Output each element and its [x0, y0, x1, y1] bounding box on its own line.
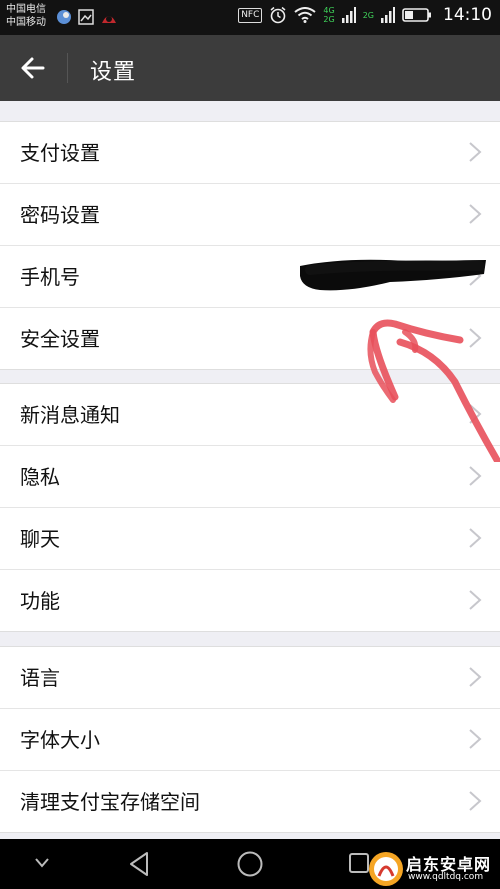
- settings-item-label: 支付设置: [20, 141, 100, 165]
- arrow-left-icon: [21, 57, 45, 79]
- settings-item-font-size[interactable]: 字体大小: [0, 709, 500, 771]
- signal-icon-1: [341, 7, 356, 23]
- chevron-right-icon: [469, 528, 482, 548]
- settings-item-language[interactable]: 语言: [0, 647, 500, 709]
- chevron-right-icon: [469, 667, 482, 687]
- settings-item-clear-storage[interactable]: 清理支付宝存储空间: [0, 771, 500, 832]
- watermark-icon: [369, 852, 403, 886]
- settings-item-label: 字体大小: [20, 728, 100, 752]
- carrier-labels: 中国电信 中国移动: [6, 3, 46, 29]
- hide-nav-button[interactable]: [34, 857, 50, 869]
- appbar-divider: [67, 53, 68, 83]
- settings-item-label: 安全设置: [20, 327, 100, 351]
- settings-item-features[interactable]: 功能: [0, 570, 500, 631]
- nav-home-button[interactable]: [236, 850, 264, 878]
- chevron-right-icon: [469, 466, 482, 486]
- settings-item-password[interactable]: 密码设置: [0, 184, 500, 246]
- battery-icon: [402, 8, 431, 22]
- settings-item-label: 功能: [20, 589, 60, 613]
- chevron-right-icon: [469, 729, 482, 749]
- image-notification-icon: [78, 9, 94, 25]
- network-type-1: 4G 2G: [323, 6, 335, 24]
- watermark-logo: 启东安卓网 www.qdltdq.com: [365, 848, 500, 889]
- chevron-right-icon: [469, 590, 482, 610]
- settings-item-label: 新消息通知: [20, 403, 120, 427]
- carrier-1: 中国电信: [6, 4, 46, 15]
- settings-item-payment[interactable]: 支付设置: [0, 122, 500, 184]
- network-type-2: 2G: [362, 10, 374, 20]
- page-title: 设置: [90, 60, 137, 85]
- redaction-scribble: [300, 259, 486, 291]
- status-icons: NFC 4G 2G 2G 14:10: [238, 5, 492, 25]
- notification-icons: [56, 9, 118, 25]
- app-badge-icon: [102, 16, 116, 23]
- wifi-icon: [294, 7, 317, 23]
- settings-item-label: 清理支付宝存储空间: [20, 790, 200, 814]
- settings-item-chat[interactable]: 聊天: [0, 508, 500, 570]
- clock: 14:10: [443, 5, 492, 25]
- chevron-right-icon: [469, 142, 482, 162]
- settings-item-label: 密码设置: [20, 203, 100, 227]
- annotation-arrow: [367, 319, 500, 462]
- back-button[interactable]: [14, 52, 54, 84]
- carrier-2: 中国移动: [6, 17, 46, 28]
- settings-item-label: 聊天: [20, 527, 60, 551]
- signal-icon-2: [381, 7, 395, 23]
- watermark-url: www.qdltdq.com: [408, 872, 484, 882]
- chevron-right-icon: [469, 204, 482, 224]
- nav-back-button[interactable]: [127, 850, 151, 878]
- alarm-icon: [270, 6, 286, 24]
- app-bar: 设置: [0, 35, 500, 101]
- chevron-right-icon: [469, 791, 482, 811]
- settings-group-display: 语言 字体大小 清理支付宝存储空间: [0, 646, 500, 833]
- nfc-icon: NFC: [238, 7, 263, 23]
- status-bar: 中国电信 中国移动 NFC 4G 2G 2G 14:10: [0, 0, 500, 35]
- settings-item-label: 隐私: [20, 465, 60, 489]
- settings-item-label: 语言: [20, 666, 60, 690]
- settings-item-label: 手机号: [20, 265, 80, 289]
- app-notification-icon: [57, 10, 71, 24]
